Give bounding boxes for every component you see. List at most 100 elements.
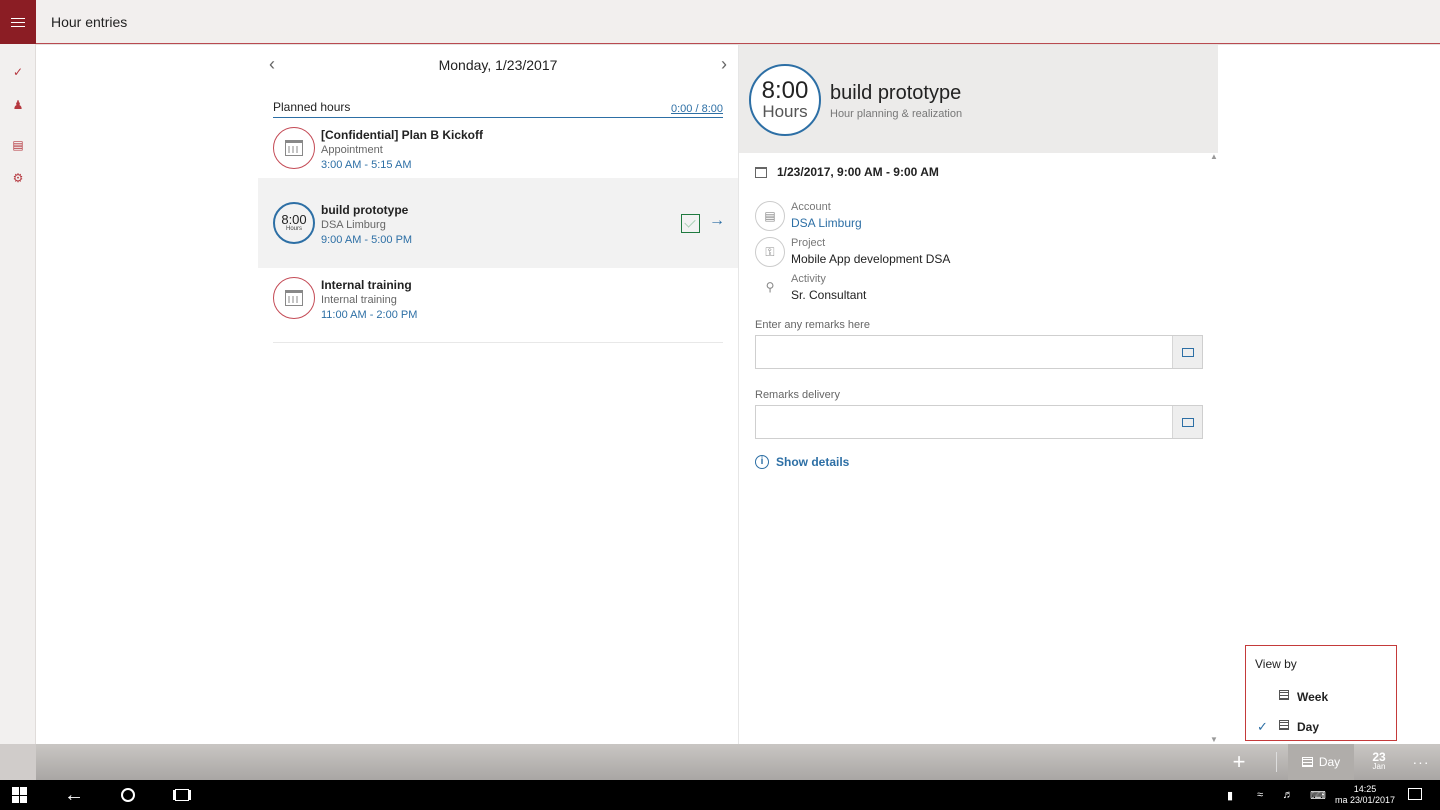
view-mode-label: Day [1318,755,1341,769]
detail-datetime: 1/23/2017, 9:00 AM - 9:00 AM [755,165,939,179]
date-navigator: ‹ Monday, 1/23/2017 › [258,55,738,75]
info-icon: i [755,455,769,469]
comment-icon [1181,347,1194,357]
calendar-icon [273,127,315,169]
checkmark-circle-icon[interactable]: ✓ [11,65,25,79]
option-label: Week [1297,690,1329,704]
show-details-link[interactable]: i Show details [755,455,849,469]
entry-title: build prototype [321,203,409,217]
project-value: Mobile App development DSA [791,252,951,266]
planned-hours-label: Planned hours [273,100,351,114]
arrow-right-icon[interactable]: → [709,212,725,230]
action-center-icon[interactable] [1408,788,1422,800]
project-field[interactable]: ⚿ Project Mobile App development DSA [755,237,1195,271]
project-label: Project [791,237,826,249]
cortana-icon [121,788,135,802]
clock-time: 14:25 [1353,784,1377,794]
person-icon[interactable]: ♟ [11,98,25,112]
hours-unit: Hours [285,226,302,232]
view-mode-button[interactable]: Day [1288,744,1354,780]
view-by-title: View by [1255,657,1297,671]
keyboard-icon[interactable]: ⌨ [1306,780,1330,810]
remarks-delivery-input[interactable] [755,405,1203,439]
list-item[interactable]: Internal training Internal training 11:0… [258,269,738,343]
comment-icon [1181,417,1194,427]
back-button[interactable]: ← [54,780,94,810]
current-date: Monday, 1/23/2017 [438,57,558,73]
main-content: ‹ Monday, 1/23/2017 › Planned hours 0:00… [36,45,1218,744]
date-month: Jan [1372,762,1386,771]
entry-detail-panel: 8:00 Hours build prototype Hour planning… [738,45,1218,744]
detail-subtitle: Hour planning & realization [830,108,963,120]
account-label: Account [791,201,831,213]
volume-icon[interactable]: ♬ [1278,780,1298,810]
command-bar: + Day 23 Jan ··· [36,744,1440,780]
activity-value: Sr. Consultant [791,288,867,302]
delivery-comment-button[interactable] [1172,406,1202,438]
entry-subtitle: Internal training [321,294,397,306]
delivery-label: Remarks delivery [755,389,840,401]
app-window: ✓ ♟ ▤ ⚙ Hour entries ‹ Monday, 1/23/2017… [0,0,1440,780]
entry-time: 11:00 AM - 2:00 PM [321,309,418,321]
remarks-comment-button[interactable] [1172,336,1202,368]
show-details-label: Show details [776,455,850,469]
checkmark-icon: ✓ [1257,719,1268,734]
entry-subtitle: DSA Limburg [321,219,386,231]
system-clock[interactable]: 14:25 ma 23/01/2017 [1330,784,1400,806]
view-by-day-option[interactable]: ✓ Day [1246,716,1396,738]
briefcase-icon: ▤ [755,201,785,231]
option-label: Day [1297,720,1320,734]
more-options-button[interactable]: ··· [1406,744,1436,780]
account-field[interactable]: ▤ Account DSA Limburg [755,201,1195,235]
entries-list-panel: ‹ Monday, 1/23/2017 › Planned hours 0:00… [258,45,738,744]
scroll-down-icon[interactable]: ▼ [1210,735,1218,744]
settings-icon[interactable]: ⚙ [11,171,25,185]
windows-taskbar: ← ▮ ≈ ♬ ⌨ 14:25 ma 23/01/2017 [0,780,1440,810]
entry-title: [Confidential] Plan B Kickoff [321,128,483,142]
entry-time: 3:00 AM - 5:15 AM [321,159,412,171]
document-icon[interactable]: ▤ [11,138,25,152]
wifi-icon[interactable]: ≈ [1250,780,1270,810]
view-by-week-option[interactable]: Week [1246,686,1396,708]
task-view-button[interactable] [162,780,202,810]
complete-checkbox[interactable] [681,214,700,233]
page-title: Hour entries [51,14,128,30]
view-by-menu: View by Week ✓ Day [1245,645,1397,741]
detail-title: build prototype [830,82,962,104]
entry-subtitle: Appointment [321,144,383,156]
add-entry-button[interactable]: + [1221,744,1257,780]
date-picker-button[interactable]: 23 Jan [1361,744,1397,780]
entry-title: Internal training [321,278,412,292]
planned-hours-value[interactable]: 0:00 / 8:00 [671,103,723,115]
calendar-icon [273,277,315,319]
background-panel [1218,45,1440,744]
scroll-up-icon[interactable]: ▲ [1210,152,1218,161]
hours-unit: Hours [762,102,808,121]
detail-scrollbar[interactable]: ▲ ▼ [1207,152,1218,744]
hours-badge: 8:00 Hours [273,202,315,244]
cortana-button[interactable] [108,780,148,810]
clock-date: ma 23/01/2017 [1334,795,1396,805]
hours-value: 8:00 [281,212,307,227]
date-day: 23 [1372,750,1386,764]
week-view-icon [1279,690,1289,700]
calendar-icon [755,166,767,178]
pin-icon: ⚲ [765,280,775,294]
entry-time: 9:00 AM - 5:00 PM [321,234,413,246]
activity-field[interactable]: ⚲ Activity Sr. Consultant [755,273,1195,307]
battery-icon[interactable]: ▮ [1220,780,1240,810]
hours-value: 8:00 [761,77,809,104]
detail-header: 8:00 Hours build prototype Hour planning… [739,45,1218,153]
datetime-value: 1/23/2017, 9:00 AM - 9:00 AM [777,165,939,179]
list-item-selected[interactable]: 8:00 Hours build prototype DSA Limburg 9… [258,178,738,268]
start-button[interactable] [0,780,40,810]
account-value[interactable]: DSA Limburg [791,216,862,230]
day-view-icon [1301,757,1313,767]
next-day-button[interactable]: › [716,55,732,75]
activity-label: Activity [791,273,826,285]
day-view-icon [1279,720,1289,730]
app-header: Hour entries [36,0,1440,44]
hamburger-menu-button[interactable] [0,0,36,44]
remarks-input[interactable] [755,335,1203,369]
planned-hours-header: Planned hours 0:00 / 8:00 [273,100,723,118]
